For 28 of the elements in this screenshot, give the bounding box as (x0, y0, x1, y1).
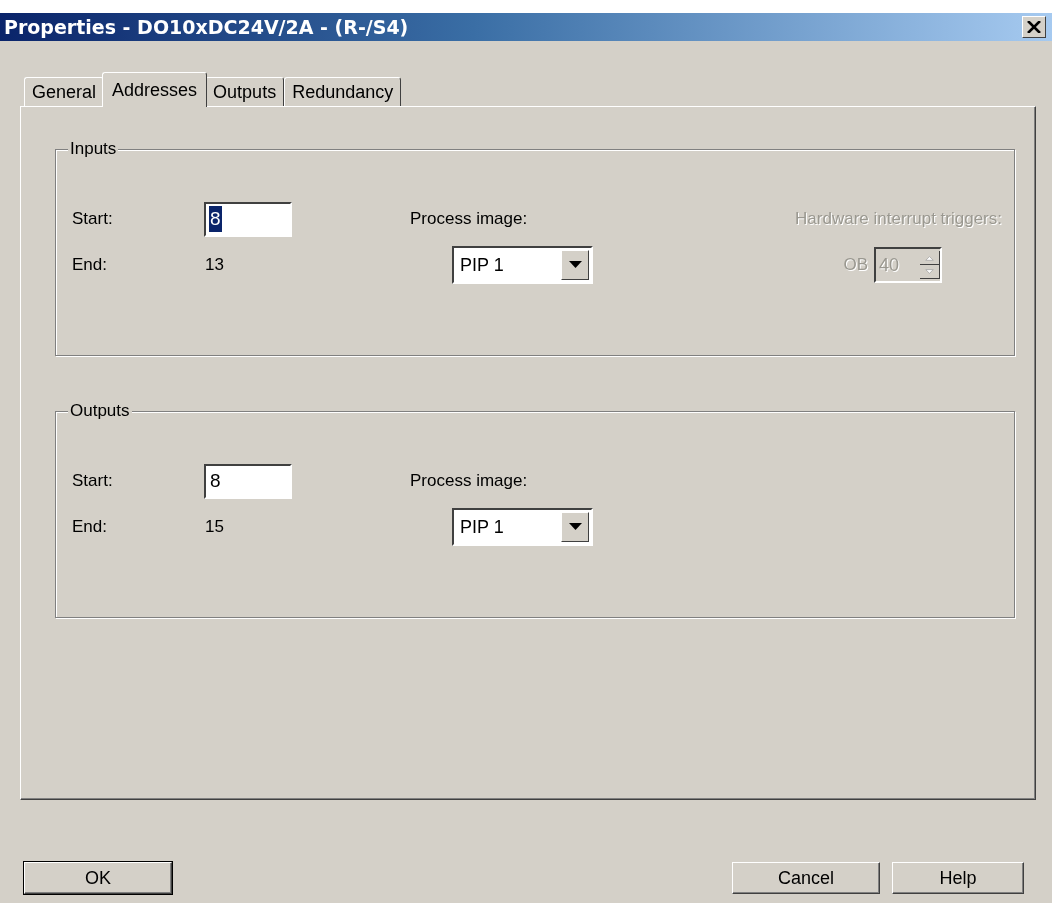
dialog-button[interactable]: Help (892, 862, 1024, 894)
close-button[interactable] (1022, 16, 1046, 38)
dialog-button[interactable]: OK (24, 862, 172, 894)
field-label: Start: (72, 209, 113, 229)
start-field[interactable]: 8 (204, 463, 292, 499)
field-label: Process image: (410, 209, 528, 229)
tab[interactable]: General (24, 77, 105, 107)
window-title: Properties - DO10xDC24V/2A - (R-/S4) (4, 16, 409, 38)
tab[interactable]: Redundancy (284, 77, 402, 107)
end-value: 15 (204, 517, 224, 537)
field-label: OB (843, 255, 868, 275)
close-icon (1027, 21, 1041, 33)
tab[interactable]: Addresses (102, 72, 208, 107)
field-label: Hardware interrupt triggers: (795, 209, 1002, 229)
start-field[interactable]: 8 (204, 201, 292, 237)
field-label: Process image: (410, 471, 528, 491)
process-image-dropdown[interactable]: PIP 1 (452, 508, 593, 546)
process-image-dropdown[interactable]: PIP 1 (452, 246, 593, 284)
caret-icon (568, 261, 582, 269)
group-title: Outputs (68, 401, 132, 421)
caret-icon (568, 523, 582, 531)
group-title: Inputs (68, 139, 119, 159)
field-label: End: (72, 517, 107, 537)
field-label: End: (72, 255, 107, 275)
end-value: 13 (204, 255, 224, 275)
dialog-button[interactable]: Cancel (732, 862, 880, 894)
tab[interactable]: Outputs (205, 77, 285, 107)
field-label: Start: (72, 471, 113, 491)
